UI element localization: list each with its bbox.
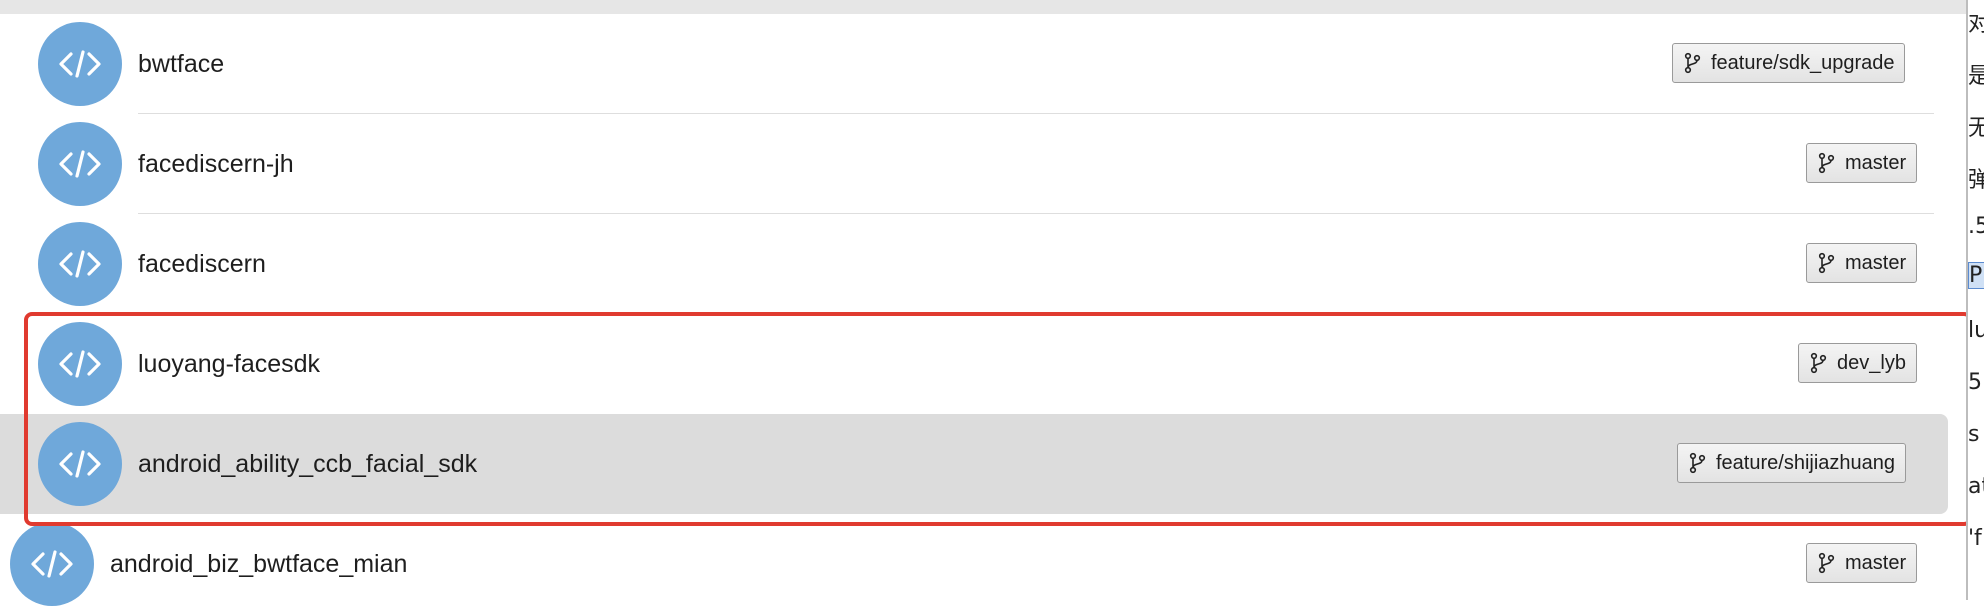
branch-name: dev_lyb xyxy=(1837,351,1906,374)
clipped-text: s xyxy=(1968,422,1980,447)
git-branch-icon xyxy=(1818,152,1835,174)
repository-row-luoyang-facesdk[interactable]: luoyang-facesdk dev_lyb xyxy=(0,314,1968,414)
branch-badge[interactable]: feature/sdk_upgrade xyxy=(1672,43,1906,83)
clipped-text: 是 xyxy=(1968,64,1984,89)
clipped-text: .5 xyxy=(1968,214,1984,239)
code-brackets-icon xyxy=(38,222,122,306)
repository-row-android-biz-bwtface-mian[interactable]: android_biz_bwtface_mian master xyxy=(0,514,1968,614)
repository-list: bwtface feature/sdk_upgrade facediscern-… xyxy=(0,14,1968,606)
clipped-text: 弹 xyxy=(1968,168,1984,193)
branch-badge[interactable]: master xyxy=(1806,543,1918,583)
repository-row-bwtface[interactable]: bwtface feature/sdk_upgrade xyxy=(0,14,1968,114)
code-brackets-icon xyxy=(38,422,122,506)
repository-row-facediscern[interactable]: facediscern master xyxy=(0,214,1968,314)
git-branch-icon xyxy=(1684,52,1701,74)
branch-badge[interactable]: master xyxy=(1806,143,1918,183)
clipped-text: 'f xyxy=(1968,526,1982,551)
clipped-text: 5 xyxy=(1968,370,1982,395)
repository-name: luoyang-facesdk xyxy=(138,350,321,378)
repository-row-facediscern-jh[interactable]: facediscern-jh master xyxy=(0,114,1968,214)
repository-name: android_ability_ccb_facial_sdk xyxy=(138,450,478,478)
git-branch-icon xyxy=(1689,452,1706,474)
code-brackets-icon xyxy=(38,122,122,206)
branch-name: master xyxy=(1845,151,1907,174)
code-brackets-icon xyxy=(38,322,122,406)
clipped-right-panel: 对 是 无 弹 .5 P lu 5 s at 'f xyxy=(1968,0,1984,600)
clipped-text: lu xyxy=(1968,318,1984,343)
clipped-text: 无 xyxy=(1968,116,1984,141)
repository-name: android_biz_bwtface_mian xyxy=(110,550,408,578)
repository-name: facediscern-jh xyxy=(138,150,294,178)
clipped-text: 对 xyxy=(1968,12,1984,37)
git-branch-icon xyxy=(1818,252,1835,274)
repository-name: facediscern xyxy=(138,250,266,278)
branch-badge[interactable]: master xyxy=(1806,243,1918,283)
code-brackets-icon xyxy=(10,522,94,606)
git-branch-icon xyxy=(1810,352,1827,374)
repository-name: bwtface xyxy=(138,50,225,78)
clipped-selected-cell: P xyxy=(1968,262,1984,289)
branch-name: feature/sdk_upgrade xyxy=(1711,51,1895,74)
branch-name: master xyxy=(1845,251,1907,274)
repository-row-android-ability-ccb-facial-sdk[interactable]: android_ability_ccb_facial_sdk feature/s… xyxy=(0,414,1968,514)
clipped-text: at xyxy=(1968,474,1984,499)
branch-badge[interactable]: dev_lyb xyxy=(1798,343,1917,383)
branch-badge[interactable]: feature/shijiazhuang xyxy=(1677,443,1907,483)
branch-name: master xyxy=(1845,551,1907,574)
branch-name: feature/shijiazhuang xyxy=(1716,451,1896,474)
git-branch-icon xyxy=(1818,552,1835,574)
top-header-strip xyxy=(0,0,1968,14)
code-brackets-icon xyxy=(38,22,122,106)
